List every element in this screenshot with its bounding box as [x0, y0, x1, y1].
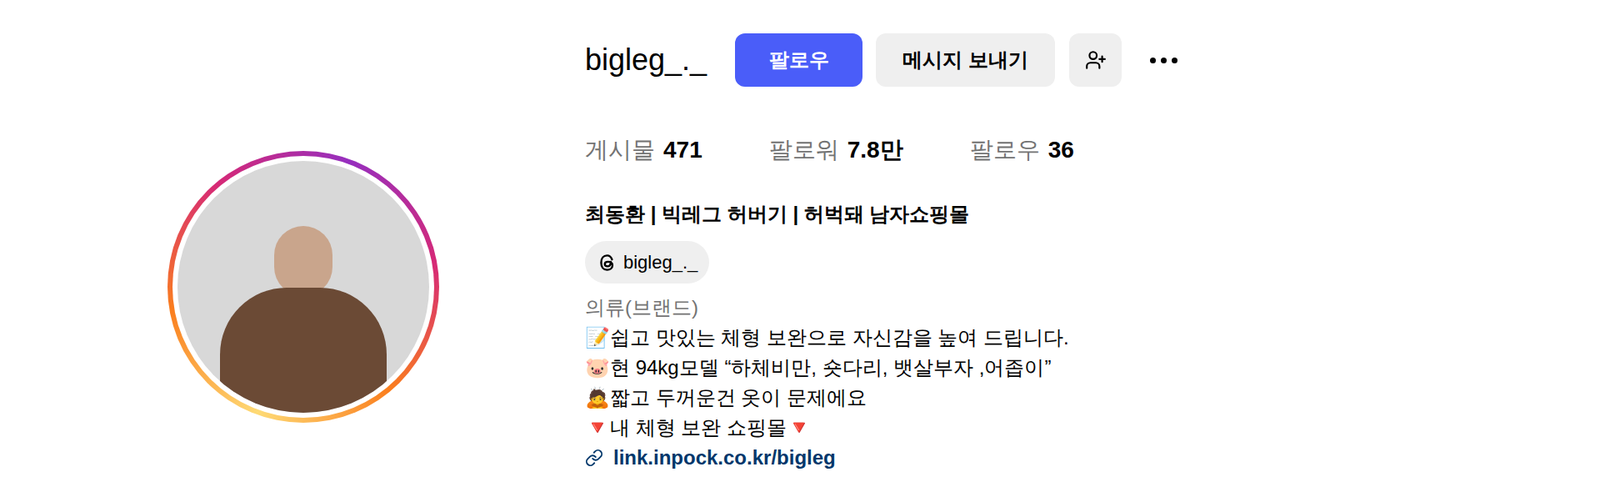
- username: bigleg_._: [585, 41, 735, 79]
- more-button[interactable]: [1145, 41, 1182, 79]
- add-person-icon: [1085, 49, 1107, 71]
- avatar-photo: [177, 160, 430, 413]
- bio-line: 🔻내 체형 보완 쇼핑몰🔻: [585, 412, 1182, 443]
- profile-info: bigleg_._팔로우메시지 보내기게시물471팔로워7.8만팔로우36최동환…: [585, 33, 1182, 473]
- bio-line: 🙇짧고 두꺼운건 옷이 문제에요: [585, 382, 1182, 413]
- category: 의류(브랜드): [585, 292, 1182, 323]
- threads-icon: [596, 251, 619, 274]
- link-icon: [585, 448, 604, 467]
- follow-button[interactable]: 팔로우: [735, 33, 863, 87]
- stat-item[interactable]: 팔로우36: [970, 135, 1075, 165]
- stat-item[interactable]: 게시물471: [585, 135, 703, 165]
- stat-item[interactable]: 팔로워7.8만: [769, 135, 904, 165]
- dot-icon: [1160, 57, 1167, 64]
- profile-header: bigleg_._팔로우메시지 보내기: [585, 33, 1182, 87]
- profile-page: bigleg_._팔로우메시지 보내기게시물471팔로워7.8만팔로우36최동환…: [0, 0, 1600, 497]
- suggest-button[interactable]: [1069, 33, 1122, 87]
- stats-row: 게시물471 팔로워7.8만 팔로우36: [585, 135, 1182, 165]
- threads-badge[interactable]: bigleg_._: [585, 240, 710, 284]
- avatar[interactable]: [167, 150, 440, 423]
- full-name: 최동환 | 빅레그 허버기 | 허벅돼 남자쇼핑몰: [585, 201, 1182, 227]
- message-button[interactable]: 메시지 보내기: [875, 33, 1055, 87]
- bio-line: 📝쉽고 맛있는 체형 보완으로 자신감을 높여 드립니다.: [585, 322, 1182, 353]
- bio-line: 🐷현 94kg모델 “하체비만, 숏다리, 뱃살부자 ,어좁이”: [585, 352, 1182, 383]
- dot-icon: [1150, 57, 1156, 64]
- dot-icon: [1171, 57, 1178, 64]
- profile-link[interactable]: link.inpock.co.kr/bigleg: [585, 442, 1182, 473]
